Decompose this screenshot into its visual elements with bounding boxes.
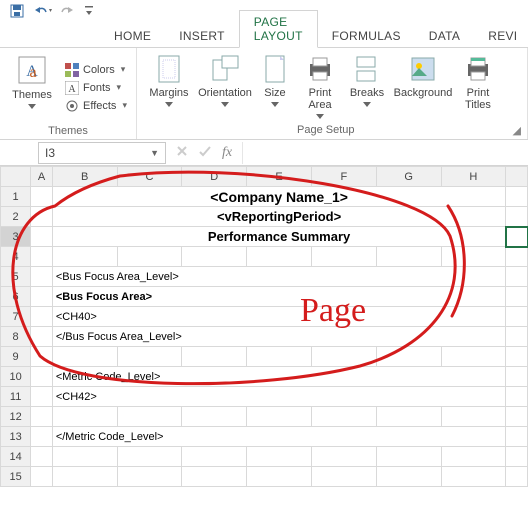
chevron-down-icon: [28, 104, 36, 109]
colors-label: Colors: [83, 64, 115, 76]
col-header[interactable]: G: [376, 167, 441, 187]
redo-icon[interactable]: [60, 4, 76, 18]
row-header[interactable]: 10: [1, 367, 31, 387]
cell[interactable]: <Bus Focus Area>: [52, 287, 505, 307]
row-header[interactable]: 14: [1, 447, 31, 467]
ribbon: Aa Themes Colors▾ A Fonts▾ Effects▾ T: [0, 48, 528, 140]
col-header[interactable]: [506, 167, 528, 187]
selected-cell[interactable]: [506, 227, 528, 247]
size-label: Size: [264, 87, 285, 99]
svg-text:A: A: [68, 84, 76, 95]
row-header[interactable]: 6: [1, 287, 31, 307]
row-header[interactable]: 1: [1, 187, 31, 207]
undo-icon[interactable]: [32, 4, 52, 18]
name-box-value: I3: [45, 146, 55, 160]
row-header[interactable]: 2: [1, 207, 31, 227]
cell[interactable]: <Metric Code_Level>: [52, 367, 505, 387]
print-area-label: Print Area: [308, 87, 331, 111]
row-header[interactable]: 5: [1, 267, 31, 287]
cell[interactable]: Performance Summary: [52, 227, 505, 247]
row-header[interactable]: 8: [1, 327, 31, 347]
save-icon[interactable]: [10, 4, 24, 18]
col-header[interactable]: H: [441, 167, 506, 187]
tab-data[interactable]: DATA: [415, 25, 474, 47]
tab-review[interactable]: REVI: [474, 25, 528, 47]
background-label: Background: [394, 87, 453, 99]
size-button[interactable]: Size: [255, 52, 295, 122]
effects-label: Effects: [83, 100, 116, 112]
group-themes-label: Themes: [48, 125, 88, 137]
orientation-button[interactable]: Orientation: [199, 52, 251, 122]
group-themes: Aa Themes Colors▾ A Fonts▾ Effects▾ T: [0, 48, 137, 139]
col-header[interactable]: A: [31, 167, 53, 187]
cell[interactable]: <CH42>: [52, 387, 505, 407]
cancel-icon[interactable]: [176, 145, 188, 160]
chevron-down-icon: [363, 102, 371, 107]
colors-button[interactable]: Colors▾: [62, 62, 130, 78]
tab-formulas[interactable]: FORMULAS: [318, 25, 415, 47]
name-box[interactable]: I3 ▼: [38, 142, 166, 164]
chevron-down-icon: [316, 114, 324, 119]
cell[interactable]: </Bus Focus Area_Level>: [52, 327, 505, 347]
col-header[interactable]: D: [182, 167, 247, 187]
col-header[interactable]: F: [311, 167, 376, 187]
chevron-down-icon[interactable]: ▼: [150, 148, 159, 158]
tab-insert[interactable]: INSERT: [165, 25, 239, 47]
cell[interactable]: <vReportingPeriod>: [52, 207, 505, 227]
svg-text:a: a: [29, 64, 36, 81]
select-all-corner[interactable]: [1, 167, 31, 187]
cell[interactable]: <Company Name_1>: [52, 187, 505, 207]
orientation-label: Orientation: [198, 87, 252, 99]
ribbon-tabs: HOME INSERT PAGE LAYOUT FORMULAS DATA RE…: [0, 22, 528, 48]
row-header[interactable]: 15: [1, 467, 31, 487]
col-header[interactable]: B: [52, 167, 117, 187]
group-page-setup: Margins Orientation Size Print Area Brea: [137, 48, 528, 139]
breaks-button[interactable]: Breaks: [345, 52, 389, 122]
tab-home[interactable]: HOME: [100, 25, 165, 47]
row-header[interactable]: 7: [1, 307, 31, 327]
fonts-label: Fonts: [83, 82, 111, 94]
margins-button[interactable]: Margins: [143, 52, 195, 122]
chevron-down-icon: [165, 102, 173, 107]
col-header[interactable]: E: [247, 167, 312, 187]
cell[interactable]: <Bus Focus Area_Level>: [52, 267, 505, 287]
fonts-button[interactable]: A Fonts▾: [62, 80, 130, 96]
themes-label: Themes: [12, 89, 52, 101]
worksheet-grid[interactable]: A B C D E F G H 1 <Company Name_1> 2 <vRep…: [0, 166, 528, 487]
row-header[interactable]: 13: [1, 427, 31, 447]
chevron-down-icon: [221, 102, 229, 107]
dialog-launcher-icon[interactable]: ◢: [513, 124, 521, 137]
enter-icon[interactable]: [198, 145, 212, 160]
chevron-down-icon: [271, 102, 279, 107]
tab-page-layout[interactable]: PAGE LAYOUT: [239, 10, 318, 48]
row-header[interactable]: 3: [1, 227, 31, 247]
fx-icon[interactable]: fx: [222, 145, 232, 161]
row-header[interactable]: 4: [1, 247, 31, 267]
themes-button[interactable]: Aa Themes: [6, 52, 58, 123]
group-page-setup-label: Page Setup: [297, 124, 355, 136]
breaks-label: Breaks: [350, 87, 384, 99]
print-area-button[interactable]: Print Area: [299, 52, 341, 122]
row-header[interactable]: 11: [1, 387, 31, 407]
row-header[interactable]: 9: [1, 347, 31, 367]
print-titles-label: Print Titles: [465, 87, 491, 111]
effects-icon: [65, 99, 79, 113]
row-header[interactable]: 12: [1, 407, 31, 427]
formula-bar: I3 ▼ fx: [0, 140, 528, 166]
formula-input[interactable]: [242, 142, 528, 164]
effects-button[interactable]: Effects▾: [62, 98, 130, 114]
colors-icon: [65, 63, 79, 77]
cell[interactable]: </Metric Code_Level>: [52, 427, 505, 447]
margins-label: Margins: [149, 87, 188, 99]
qat-dropdown-icon[interactable]: [84, 5, 94, 17]
print-titles-button[interactable]: Print Titles: [457, 52, 499, 122]
background-button[interactable]: Background: [393, 52, 453, 122]
cell[interactable]: <CH40>: [52, 307, 505, 327]
fonts-icon: A: [65, 81, 79, 95]
col-header[interactable]: C: [117, 167, 182, 187]
